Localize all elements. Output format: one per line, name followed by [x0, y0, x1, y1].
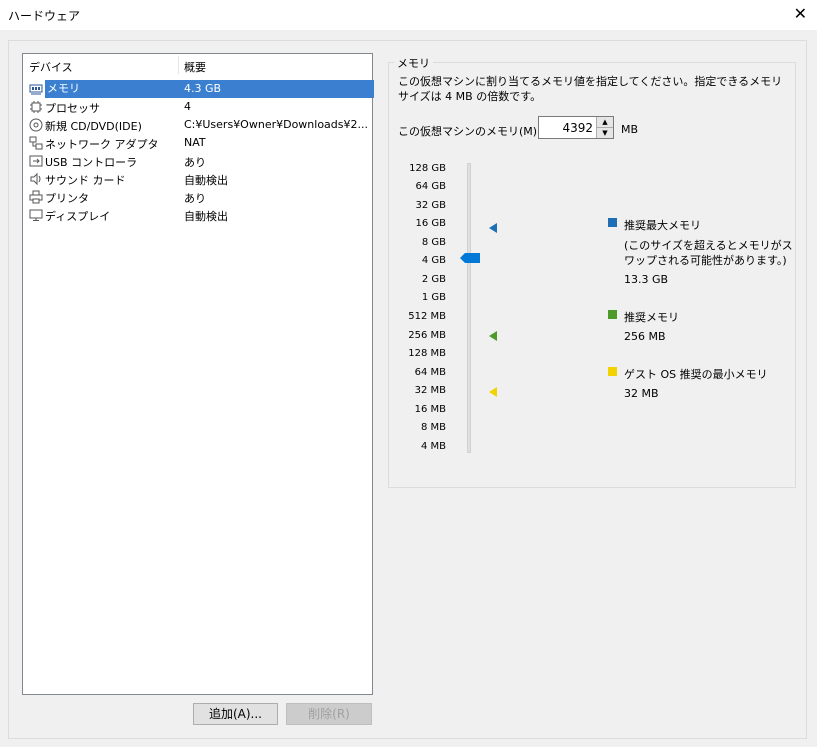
- device-name: ネットワーク アダプタ: [45, 138, 159, 151]
- spin-down-button[interactable]: ▼: [597, 128, 613, 138]
- processor-icon: [30, 101, 42, 113]
- device-summary: 自動検出: [184, 210, 228, 223]
- cd-dvd-icon: [29, 118, 43, 132]
- memory-icon: [29, 84, 43, 95]
- scale-tick: 32 GB: [415, 200, 446, 211]
- device-row-sound-card[interactable]: サウンド カード 自動検出: [23, 170, 372, 188]
- scale-tick: 16 MB: [414, 404, 446, 415]
- device-name: 新規 CD/DVD(IDE): [45, 120, 142, 133]
- scale-tick: 256 MB: [408, 330, 446, 341]
- column-header-device[interactable]: デバイス: [29, 59, 73, 75]
- memory-unit: MB: [621, 123, 639, 136]
- memory-slider-track[interactable]: [467, 163, 471, 453]
- max-memory-value: 13.3 GB: [624, 273, 669, 286]
- device-summary: NAT: [184, 136, 206, 149]
- device-summary: C:¥Users¥Owner¥Downloads¥2...: [184, 118, 368, 131]
- device-row-display[interactable]: ディスプレイ 自動検出: [23, 206, 372, 224]
- max-memory-label: 推奨最大メモリ: [624, 219, 701, 232]
- device-name: サウンド カード: [45, 174, 126, 187]
- device-row-cd-dvd[interactable]: 新規 CD/DVD(IDE) C:¥Users¥Owner¥Downloads¥…: [23, 116, 372, 134]
- scale-tick: 8 GB: [421, 237, 446, 248]
- device-list[interactable]: デバイス 概要 メモリ 4.3 GB プロセッサ 4 新規 CD/DVD(IDE…: [22, 53, 374, 695]
- scale-tick: 128 MB: [408, 348, 446, 359]
- device-summary: 自動検出: [184, 174, 228, 187]
- title-bar: ハードウェア ✕: [0, 0, 817, 30]
- recommended-memory-label: 推奨メモリ: [624, 311, 679, 324]
- device-name: プリンタ: [45, 192, 89, 205]
- max-memory-marker: [489, 223, 497, 233]
- memory-input[interactable]: 4392: [562, 121, 593, 135]
- scale-tick: 2 GB: [421, 274, 446, 285]
- device-row-usb[interactable]: USB コントローラ あり: [23, 152, 372, 170]
- device-summary: 4: [184, 100, 191, 113]
- window-title: ハードウェア: [8, 9, 81, 23]
- device-summary: あり: [184, 192, 206, 205]
- remove-button[interactable]: 削除(R): [286, 703, 372, 725]
- display-icon: [29, 209, 43, 221]
- scale-tick: 1 GB: [421, 292, 446, 303]
- memory-description: この仮想マシンに割り当てるメモリ値を指定してください。指定できるメモリ サイズは…: [398, 75, 783, 103]
- max-memory-swatch: [608, 218, 617, 227]
- device-name: ディスプレイ: [45, 210, 111, 223]
- scale-tick: 128 GB: [409, 163, 446, 174]
- device-name: プロセッサ: [45, 102, 100, 115]
- scale-tick: 16 GB: [415, 218, 446, 229]
- sound-card-icon: [30, 172, 41, 186]
- spin-buttons: ▲ ▼: [596, 117, 613, 138]
- scale-tick: 64 GB: [415, 181, 446, 192]
- close-icon[interactable]: ✕: [794, 5, 807, 23]
- add-button[interactable]: 追加(A)...: [193, 703, 278, 725]
- device-summary: あり: [184, 156, 206, 169]
- device-row-printer[interactable]: プリンタ あり: [23, 188, 372, 206]
- device-name: USB コントローラ: [45, 156, 138, 169]
- device-row-memory[interactable]: メモリ 4.3 GB: [23, 80, 374, 98]
- scale-tick: 8 MB: [420, 422, 446, 433]
- scale-tick: 32 MB: [414, 385, 446, 396]
- printer-icon: [29, 190, 43, 204]
- min-memory-label: ゲスト OS 推奨の最小メモリ: [624, 368, 768, 381]
- scale-tick: 4 MB: [420, 441, 446, 452]
- min-memory-swatch: [608, 367, 617, 376]
- recommended-memory-swatch: [608, 310, 617, 319]
- spin-up-button[interactable]: ▲: [597, 117, 613, 128]
- list-header: デバイス 概要: [23, 54, 372, 75]
- max-memory-note: (このサイズを超えるとメモリがスワップされる可能性があります。): [624, 239, 793, 267]
- recommended-memory-marker: [489, 331, 497, 341]
- column-header-summary[interactable]: 概要: [184, 59, 206, 75]
- network-adapter-icon: [29, 136, 43, 150]
- scale-tick: 64 MB: [414, 367, 446, 378]
- scale-tick: 512 MB: [408, 311, 446, 322]
- column-separator[interactable]: [178, 56, 179, 74]
- device-row-processor[interactable]: プロセッサ 4: [23, 98, 372, 116]
- device-row-network-adapter[interactable]: ネットワーク アダプタ NAT: [23, 134, 372, 152]
- memory-field-label: この仮想マシンのメモリ(M):: [398, 125, 541, 138]
- device-summary: 4.3 GB: [184, 82, 222, 95]
- memory-slider-thumb[interactable]: [460, 253, 480, 263]
- memory-group-title: メモリ: [394, 55, 433, 71]
- recommended-memory-value: 256 MB: [624, 330, 666, 343]
- min-memory-marker: [489, 387, 497, 397]
- usb-icon: [29, 155, 43, 167]
- memory-spinbox[interactable]: 4392 ▲ ▼: [538, 116, 614, 139]
- scale-tick: 4 GB: [421, 255, 446, 266]
- min-memory-value: 32 MB: [624, 387, 659, 400]
